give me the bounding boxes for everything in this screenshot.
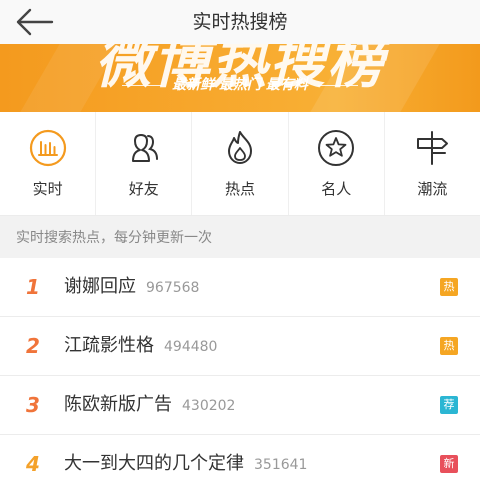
banner-tagline: 最新鲜 最热门 最有料 [172,77,308,93]
tagline-dash [317,84,358,86]
list-item[interactable]: 3 陈欧新版广告 430202 荐 [0,376,480,435]
category-label: 潮流 [417,180,448,198]
friends-icon [124,128,164,168]
category-friends[interactable]: 好友 [96,112,193,215]
category-label: 好友 [128,180,159,198]
search-count: 494480 [164,339,218,355]
category-label: 热点 [225,180,256,198]
page-title: 实时热搜榜 [192,11,288,33]
search-count: 430202 [182,398,236,414]
category-label: 实时 [32,180,63,198]
search-count: 351641 [254,457,308,473]
topic-title-row: 大一到大四的几个定律 351641 [64,435,307,480]
category-hot[interactable]: 热点 [192,112,289,215]
category-bar: 实时 好友 热点 名人 潮流 [0,112,480,216]
new-badge: 新 [440,455,458,473]
category-trend[interactable]: 潮流 [385,112,480,215]
section-label: 实时搜索热点，每分钟更新一次 [16,230,212,246]
flame-icon [220,128,260,168]
signpost-icon [412,128,452,168]
topic-title: 大一到大四的几个定律 [64,453,244,474]
realtime-bars-icon [28,128,68,168]
search-count: 967568 [146,280,200,296]
list-item[interactable]: 4 大一到大四的几个定律 351641 新 [0,435,480,480]
rank-number: 4 [26,452,40,476]
tagline-dash [122,84,163,86]
topic-title: 江疏影性格 [64,335,154,356]
nav-header: 实时热搜榜 [0,0,480,44]
list-item[interactable]: 1 谢娜回应 967568 热 [0,258,480,317]
rank-number: 1 [26,275,40,299]
category-realtime[interactable]: 实时 [0,112,97,215]
banner-tagline-row: 最新鲜 最热门 最有料 [0,74,480,94]
category-celebrity[interactable]: 名人 [289,112,385,215]
category-label: 名人 [321,180,352,198]
hot-badge: 热 [440,337,458,355]
section-header: 实时搜索热点，每分钟更新一次 [0,216,480,258]
topic-title-row: 陈欧新版广告 430202 [64,376,235,435]
recommend-badge: 荐 [440,396,458,414]
hot-badge: 热 [440,278,458,296]
banner[interactable]: 微博热搜榜 最新鲜 最热门 最有料 [0,44,480,112]
rank-number: 2 [26,334,40,358]
topic-title: 陈欧新版广告 [64,394,172,415]
topic-title-row: 谢娜回应 967568 [64,258,199,317]
rank-number: 3 [26,393,40,417]
list-item[interactable]: 2 江疏影性格 494480 热 [0,317,480,376]
topic-title-row: 江疏影性格 494480 [64,317,217,376]
star-icon [316,128,356,168]
topic-title: 谢娜回应 [64,276,136,297]
hot-search-list: 1 谢娜回应 967568 热 2 江疏影性格 494480 热 3 陈欧新版广告 4… [0,258,480,480]
